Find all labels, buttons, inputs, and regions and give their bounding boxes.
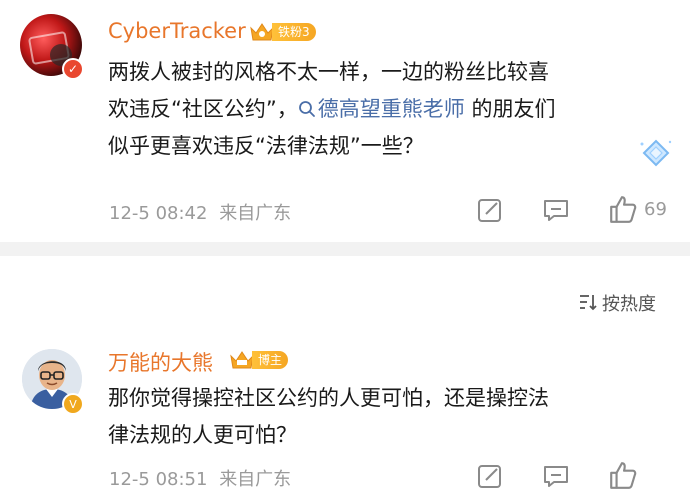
comment-meta: 12-5 08:51 来自广东 (109, 465, 291, 491)
comment-text-segment: 欢违反“社区公约”， (108, 97, 298, 121)
username[interactable]: 万能的大熊 (108, 347, 213, 377)
verified-badge-icon: ✓ (62, 58, 84, 80)
comment-text-segment: 的朋友们 (464, 97, 556, 121)
username[interactable]: CyberTracker (108, 19, 246, 43)
timestamp: 12-5 08:51 (109, 469, 208, 490)
like-icon[interactable] (608, 194, 638, 224)
timestamp: 12-5 08:42 (109, 203, 208, 224)
comment-line: 两拨人被封的风格不太一样，一边的粉丝比较喜 (108, 60, 549, 84)
reply-icon[interactable] (542, 462, 570, 490)
comment-text: 那你觉得操控社区公约的人更可怕，还是操控法 律法规的人更可怕？ (108, 380, 668, 454)
user-mention-link[interactable]: 德高望重熊老师 (298, 97, 465, 121)
sort-icon (580, 295, 597, 311)
svg-text:V: V (69, 398, 77, 411)
comment-meta: 12-5 08:42 来自广东 (109, 199, 291, 225)
sort-label: 按热度 (602, 294, 656, 315)
location-label: 来自广东 (219, 469, 292, 490)
diamond-icon (640, 139, 672, 167)
blogger-badge-label: 博主 (252, 351, 289, 369)
comment-line: 欢违反“社区公约”， 德高望重熊老师 的朋友们 (108, 91, 668, 128)
search-icon (298, 101, 315, 117)
comment-text: 两拨人被封的风格不太一样，一边的粉丝比较喜 欢违反“社区公约”， 德高望重熊老师 … (108, 54, 668, 165)
like-icon[interactable] (608, 460, 638, 490)
reply-icon[interactable] (542, 196, 570, 224)
share-icon[interactable] (476, 196, 504, 224)
share-icon[interactable] (476, 462, 504, 490)
like-count: 69 (644, 199, 667, 220)
comment-line: 似乎更喜欢违反“法律法规”一些？ (108, 134, 424, 158)
comment-line: 律法规的人更可怕？ (108, 423, 297, 447)
fan-badge-label: 铁粉3 (272, 23, 316, 41)
location-label: 来自广东 (219, 203, 292, 224)
comment-line: 那你觉得操控社区公约的人更可怕，还是操控法 (108, 386, 549, 410)
section-divider (0, 242, 690, 256)
mention-label: 德高望重熊老师 (317, 97, 465, 121)
verified-badge-icon: V (62, 393, 84, 415)
